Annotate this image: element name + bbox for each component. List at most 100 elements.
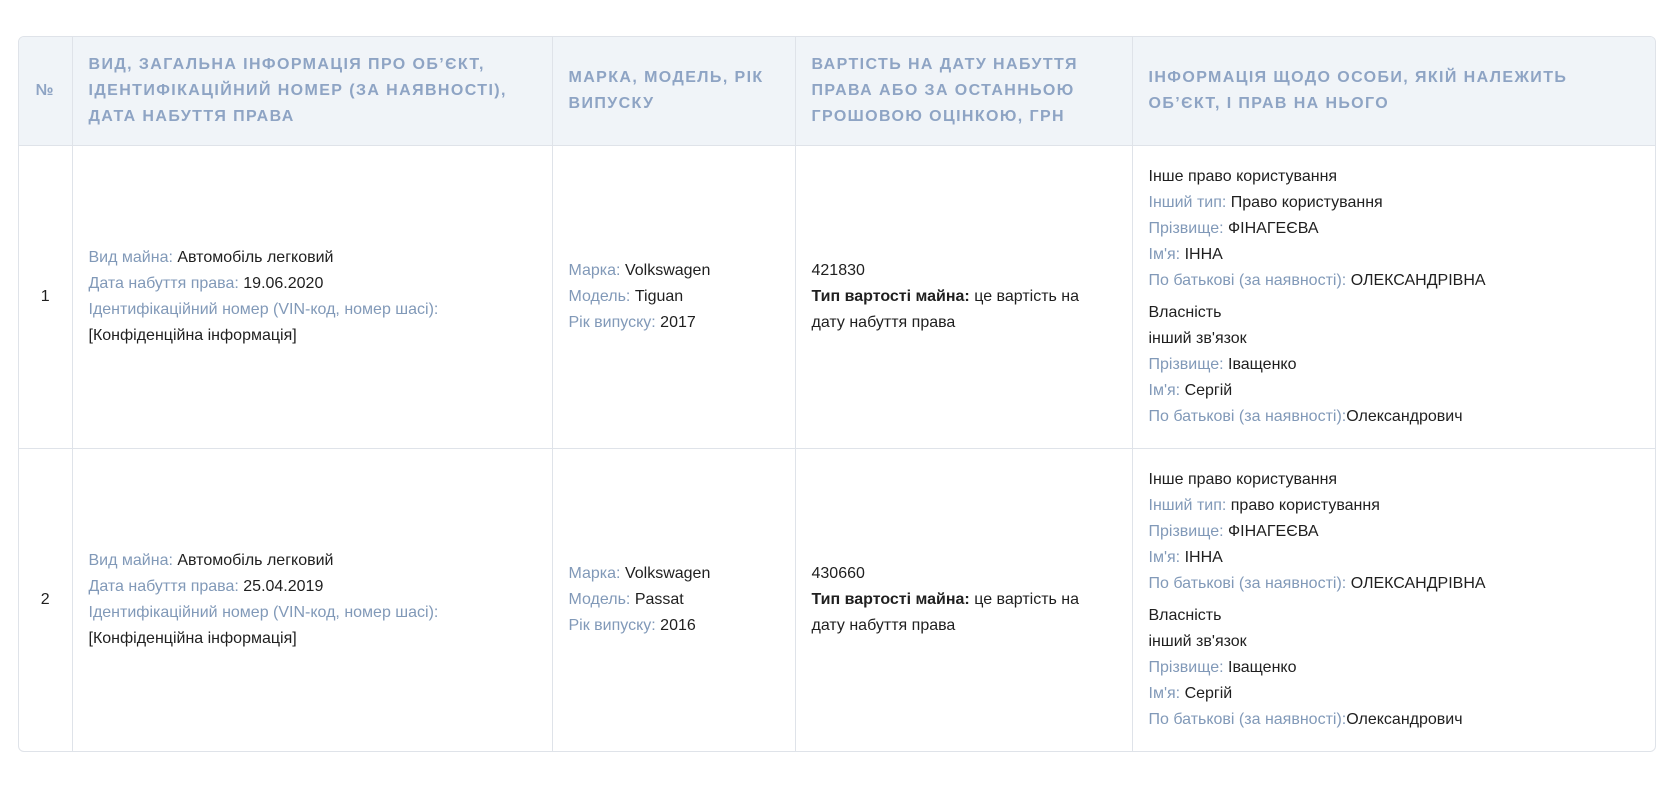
patronymic2-label: По батькові (за наявності): xyxy=(1148,407,1347,425)
name2-value: Сергій xyxy=(1184,684,1233,702)
surname-line: Прізвище: ФІНАГЕЄВА xyxy=(1149,519,1640,545)
name-label: Ім'я: xyxy=(1148,245,1181,263)
patronymic-value: ОЛЕКСАНДРІВНА xyxy=(1350,271,1486,289)
value-cell: 421830 Тип вартості майна: це вартість н… xyxy=(794,145,1132,448)
vin-value: [Конфіденційна інформація] xyxy=(88,629,297,647)
other-type-label: Інший тип: xyxy=(1148,496,1227,514)
row-number: 2 xyxy=(40,590,50,608)
name-label: Ім'я: xyxy=(1148,548,1181,566)
right-type-2: Власність xyxy=(1148,606,1222,624)
property-type-value: Автомобіль легковий xyxy=(177,551,334,569)
year-value: 2016 xyxy=(660,616,696,634)
row-number: 1 xyxy=(40,287,50,305)
cost-type-line: Тип вартості майна: це вартість на дату … xyxy=(812,587,1116,639)
acquisition-date-line: Дата набуття права: 19.06.2020 xyxy=(89,271,536,297)
name-line: Ім'я: ІННА xyxy=(1149,242,1640,268)
surname2-line: Прізвище: Іващенко xyxy=(1149,655,1640,681)
header-number: № xyxy=(35,81,55,99)
name2-label: Ім'я: xyxy=(1148,684,1181,702)
model-line: Модель: Passat xyxy=(569,587,779,613)
acquisition-date-label: Дата набуття права: xyxy=(88,274,239,292)
header-value: ВАРТІСТЬ НА ДАТУ НАБУТТЯ ПРАВА АБО ЗА ОС… xyxy=(794,37,1132,145)
model-label: Модель: xyxy=(568,287,631,305)
other-type-line: Інший тип: право користування xyxy=(1149,493,1640,519)
patronymic2-value: Олександрович xyxy=(1346,407,1463,425)
year-label: Рік випуску: xyxy=(568,313,656,331)
patronymic-line: По батькові (за наявності): ОЛЕКСАНДРІВН… xyxy=(1149,268,1640,294)
owner-info-cell: Інше право користування Інший тип: право… xyxy=(1131,448,1655,751)
acquisition-date-value: 19.06.2020 xyxy=(243,274,324,292)
patronymic-label: По батькові (за наявності): xyxy=(1148,574,1347,592)
name2-value: Сергій xyxy=(1184,381,1233,399)
property-type-line: Вид майна: Автомобіль легковий xyxy=(89,548,536,574)
patronymic-value: ОЛЕКСАНДРІВНА xyxy=(1350,574,1486,592)
brand-value: Volkswagen xyxy=(624,564,711,582)
acquisition-date-value: 25.04.2019 xyxy=(243,577,324,595)
name2-label: Ім'я: xyxy=(1148,381,1181,399)
year-value: 2017 xyxy=(660,313,696,331)
brand-label: Марка: xyxy=(568,261,621,279)
model-value: Tiguan xyxy=(634,287,684,305)
patronymic2-line: По батькові (за наявності):Олександрович xyxy=(1149,707,1640,733)
header-row: № ВИД, ЗАГАЛЬНА ІНФОРМАЦІЯ ПРО ОБ’ЄКТ, І… xyxy=(19,37,1655,145)
year-line: Рік випуску: 2016 xyxy=(569,613,779,639)
surname-line: Прізвище: ФІНАГЕЄВА xyxy=(1149,216,1640,242)
surname-value: ФІНАГЕЄВА xyxy=(1228,522,1319,540)
general-info-cell: Вид майна: Автомобіль легковий Дата набу… xyxy=(71,448,552,751)
surname-label: Прізвище: xyxy=(1148,522,1224,540)
other-type-line: Інший тип: Право користування xyxy=(1149,190,1640,216)
surname-label: Прізвище: xyxy=(1148,219,1224,237)
header-owner-info: ІНФОРМАЦІЯ ЩОДО ОСОБИ, ЯКІЙ НАЛЕЖИТЬ ОБ’… xyxy=(1131,37,1655,145)
brand-label: Марка: xyxy=(568,564,621,582)
brand-model-cell: Марка: Volkswagen Модель: Tiguan Рік вип… xyxy=(551,145,795,448)
name-value: ІННА xyxy=(1184,548,1223,566)
surname-value: ФІНАГЕЄВА xyxy=(1228,219,1319,237)
right-type-1: Інше право користування xyxy=(1148,167,1338,185)
acquisition-date-label: Дата набуття права: xyxy=(88,577,239,595)
brand-value: Volkswagen xyxy=(624,261,711,279)
table-body: 1 Вид майна: Автомобіль легковий Дата на… xyxy=(19,145,1655,751)
vin-label: Ідентифікаційний номер (VIN-код, номер ш… xyxy=(88,603,439,621)
cost-type-label: Тип вартості майна: xyxy=(811,590,970,608)
model-label: Модель: xyxy=(568,590,631,608)
vin-label: Ідентифікаційний номер (VIN-код, номер ш… xyxy=(88,300,439,318)
property-type-value: Автомобіль легковий xyxy=(177,248,334,266)
property-type-line: Вид майна: Автомобіль легковий xyxy=(89,245,536,271)
name2-line: Ім'я: Сергій xyxy=(1149,681,1640,707)
patronymic-line: По батькові (за наявності): ОЛЕКСАНДРІВН… xyxy=(1149,571,1640,597)
header-general-info: ВИД, ЗАГАЛЬНА ІНФОРМАЦІЯ ПРО ОБ’ЄКТ, ІДЕ… xyxy=(71,37,552,145)
brand-model-cell: Марка: Volkswagen Модель: Passat Рік вип… xyxy=(551,448,795,751)
brand-line: Марка: Volkswagen xyxy=(569,258,779,284)
value-amount: 430660 xyxy=(811,564,865,582)
other-type-value: Право користування xyxy=(1230,193,1383,211)
surname2-line: Прізвище: Іващенко xyxy=(1149,352,1640,378)
brand-line: Марка: Volkswagen xyxy=(569,561,779,587)
cost-type-line: Тип вартості майна: це вартість на дату … xyxy=(812,284,1116,336)
year-line: Рік випуску: 2017 xyxy=(569,310,779,336)
year-label: Рік випуску: xyxy=(568,616,656,634)
surname2-label: Прізвище: xyxy=(1148,355,1224,373)
name2-line: Ім'я: Сергій xyxy=(1149,378,1640,404)
name-value: ІННА xyxy=(1184,245,1223,263)
patronymic-label: По батькові (за наявності): xyxy=(1148,271,1347,289)
table-row: 1 Вид майна: Автомобіль легковий Дата на… xyxy=(19,145,1655,448)
relation: інший зв'язок xyxy=(1148,329,1247,347)
relation: інший зв'язок xyxy=(1148,632,1247,650)
right-type-2: Власність xyxy=(1148,303,1222,321)
patronymic2-label: По батькові (за наявності): xyxy=(1148,710,1347,728)
owner-info-cell: Інше право користування Інший тип: Право… xyxy=(1131,145,1655,448)
surname2-value: Іващенко xyxy=(1228,658,1297,676)
property-type-label: Вид майна: xyxy=(88,551,173,569)
surname2-label: Прізвище: xyxy=(1148,658,1224,676)
general-info-cell: Вид майна: Автомобіль легковий Дата набу… xyxy=(71,145,552,448)
model-line: Модель: Tiguan xyxy=(569,284,779,310)
table-row: 2 Вид майна: Автомобіль легковий Дата на… xyxy=(19,448,1655,751)
surname2-value: Іващенко xyxy=(1228,355,1297,373)
value-cell: 430660 Тип вартості майна: це вартість н… xyxy=(794,448,1132,751)
vehicles-table-container: № ВИД, ЗАГАЛЬНА ІНФОРМАЦІЯ ПРО ОБ’ЄКТ, І… xyxy=(18,36,1656,752)
patronymic2-value: Олександрович xyxy=(1346,710,1463,728)
cost-type-label: Тип вартості майна: xyxy=(811,287,970,305)
patronymic2-line: По батькові (за наявності):Олександрович xyxy=(1149,404,1640,430)
other-type-value: право користування xyxy=(1230,496,1380,514)
model-value: Passat xyxy=(634,590,684,608)
